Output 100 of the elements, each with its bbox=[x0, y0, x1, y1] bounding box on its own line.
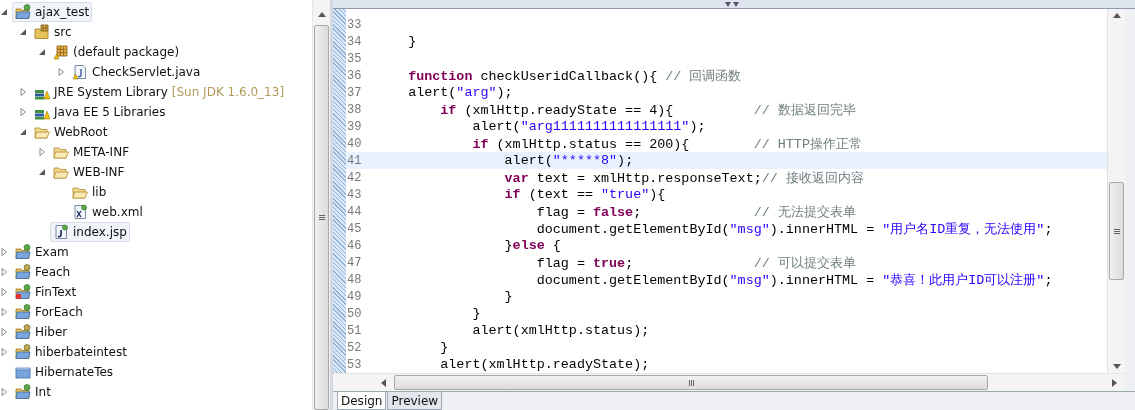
project-folder-icon bbox=[15, 264, 31, 280]
scroll-left-icon[interactable] bbox=[381, 378, 386, 387]
code-line: flag = false; // 无法提交表单 bbox=[535, 203, 856, 221]
project-folder-icon bbox=[15, 304, 31, 320]
expanded-arrow-icon[interactable] bbox=[19, 28, 27, 36]
line-number: 36 bbox=[346, 67, 363, 84]
code-line: var text = xmlHttp.responseText;// 接收返回内容 bbox=[503, 169, 864, 187]
scroll-thumb[interactable] bbox=[314, 25, 329, 410]
tree-item[interactable]: ajax_test bbox=[12, 2, 93, 22]
scroll-thumb[interactable] bbox=[1109, 182, 1124, 280]
line-number: 53 bbox=[346, 356, 363, 373]
scroll-down-icon[interactable] bbox=[1112, 364, 1121, 369]
code-line: document.getElementById("msg").innerHTML = "恭喜！此用户ID可以注册"; bbox=[535, 271, 1053, 289]
folder-icon bbox=[53, 164, 69, 180]
scroll-up-icon[interactable] bbox=[317, 12, 326, 17]
grip-icon bbox=[1113, 228, 1120, 234]
line-number: 44 bbox=[346, 203, 363, 220]
collapsed-arrow-icon[interactable] bbox=[0, 388, 8, 396]
code-line: }else { bbox=[503, 238, 561, 253]
collapsed-arrow-icon[interactable] bbox=[0, 268, 8, 276]
tree-item[interactable]: Feach bbox=[12, 262, 74, 282]
line-number: 41 bbox=[346, 152, 363, 169]
expanded-arrow-icon[interactable] bbox=[38, 168, 46, 176]
code-line: if (xmlHttp.readyState == 4){ // 数据返回完毕 bbox=[439, 101, 856, 119]
tree-item[interactable]: ForEach bbox=[12, 302, 86, 322]
code-line: alert(xmlHttp.status); bbox=[471, 323, 650, 338]
line-number: 46 bbox=[346, 237, 363, 254]
package-folder-icon bbox=[34, 24, 50, 40]
code-line: } bbox=[407, 34, 417, 49]
project-folder-icon bbox=[15, 284, 31, 300]
folder-icon bbox=[34, 124, 50, 140]
collapsed-arrow-icon[interactable] bbox=[57, 68, 65, 76]
collapsed-arrow-icon[interactable] bbox=[0, 328, 8, 336]
jsp-file-icon bbox=[53, 224, 69, 240]
editor-tab[interactable]: Preview bbox=[387, 392, 443, 410]
code-line: flag = true; // 可以提交表单 bbox=[535, 254, 856, 272]
code-line: if (xmlHttp.status == 200){ // HTTP操作正常 bbox=[471, 135, 862, 153]
scrollbar[interactable] bbox=[1107, 9, 1125, 373]
tree-item[interactable]: JRE System Library [Sun JDK 1.6.0_13] bbox=[31, 82, 288, 102]
grip-icon bbox=[688, 379, 694, 386]
code-line: } bbox=[439, 340, 449, 355]
tree-item[interactable]: Hiber bbox=[12, 322, 71, 342]
collapsed-arrow-icon[interactable] bbox=[19, 108, 27, 116]
package-icon bbox=[53, 44, 69, 60]
project-folder-icon bbox=[15, 4, 31, 20]
tree-item[interactable]: META-INF bbox=[50, 142, 133, 162]
tree-item[interactable]: index.jsp bbox=[50, 222, 130, 242]
expanded-arrow-icon[interactable] bbox=[38, 48, 46, 56]
collapsed-arrow-icon[interactable] bbox=[38, 148, 46, 156]
line-number: 35 bbox=[346, 50, 363, 67]
project-folder-icon bbox=[15, 344, 31, 360]
editor-tab[interactable]: Design bbox=[337, 392, 387, 410]
collapsed-arrow-icon[interactable] bbox=[0, 288, 8, 296]
line-number: 43 bbox=[346, 186, 363, 203]
tree-item[interactable]: lib bbox=[69, 182, 110, 202]
expanded-arrow-icon[interactable] bbox=[19, 128, 27, 136]
code-line: alert("arg"); bbox=[407, 85, 513, 100]
collapse-arrows-icon[interactable] bbox=[725, 2, 739, 7]
tree-item[interactable]: WebRoot bbox=[31, 122, 111, 142]
code-line: alert("*****8"); bbox=[503, 153, 634, 168]
tree-item[interactable]: Exam bbox=[12, 242, 72, 262]
java-file-icon bbox=[72, 64, 88, 80]
code-line: } bbox=[503, 289, 513, 304]
expanded-arrow-icon[interactable] bbox=[0, 8, 8, 16]
scroll-right-icon[interactable] bbox=[1112, 378, 1117, 387]
code-line: alert(xmlHttp.readyState); bbox=[439, 357, 650, 372]
folder-icon bbox=[15, 364, 31, 380]
collapsed-arrow-icon[interactable] bbox=[19, 88, 27, 96]
code-line: function checkUseridCallback(){ // 回调函数 bbox=[407, 67, 742, 85]
grip-icon bbox=[318, 215, 325, 220]
project-folder-icon bbox=[15, 324, 31, 340]
line-number: 52 bbox=[346, 339, 363, 356]
tree-item[interactable]: FinText bbox=[12, 282, 80, 302]
collapsed-arrow-icon[interactable] bbox=[0, 248, 8, 256]
line-number: 49 bbox=[346, 288, 363, 305]
line-number: 48 bbox=[346, 271, 363, 288]
line-number: 40 bbox=[346, 135, 363, 152]
line-number: 34 bbox=[346, 33, 363, 50]
tree-item[interactable]: WEB-INF bbox=[50, 162, 128, 182]
line-number: 37 bbox=[346, 84, 363, 101]
tree-item[interactable]: Int bbox=[12, 382, 54, 402]
scrollbar[interactable] bbox=[312, 0, 330, 410]
tree-item[interactable]: web.xml bbox=[69, 202, 146, 222]
tree-item[interactable]: HibernateTes bbox=[12, 362, 117, 382]
line-number: 33 bbox=[346, 16, 363, 33]
collapsed-arrow-icon[interactable] bbox=[0, 348, 8, 356]
folder-icon bbox=[53, 144, 69, 160]
scroll-thumb[interactable] bbox=[394, 375, 988, 390]
line-number: 45 bbox=[346, 220, 363, 237]
tree-item[interactable]: CheckServlet.java bbox=[69, 62, 204, 82]
xml-file-icon bbox=[72, 204, 88, 220]
collapsed-arrow-icon[interactable] bbox=[0, 308, 8, 316]
code-line: alert("arg1111111111111111"); bbox=[471, 119, 706, 134]
tree-item[interactable]: hiberbateintest bbox=[12, 342, 130, 362]
tree-item[interactable]: src bbox=[31, 22, 75, 42]
code-line: document.getElementById("msg").innerHTML = "用户名ID重复，无法使用"; bbox=[535, 220, 1053, 238]
tree-item[interactable]: Java EE 5 Libraries bbox=[31, 102, 169, 122]
tree-item[interactable]: (default package) bbox=[50, 42, 183, 62]
scroll-up-icon[interactable] bbox=[1112, 13, 1121, 18]
folder-icon bbox=[72, 184, 88, 200]
